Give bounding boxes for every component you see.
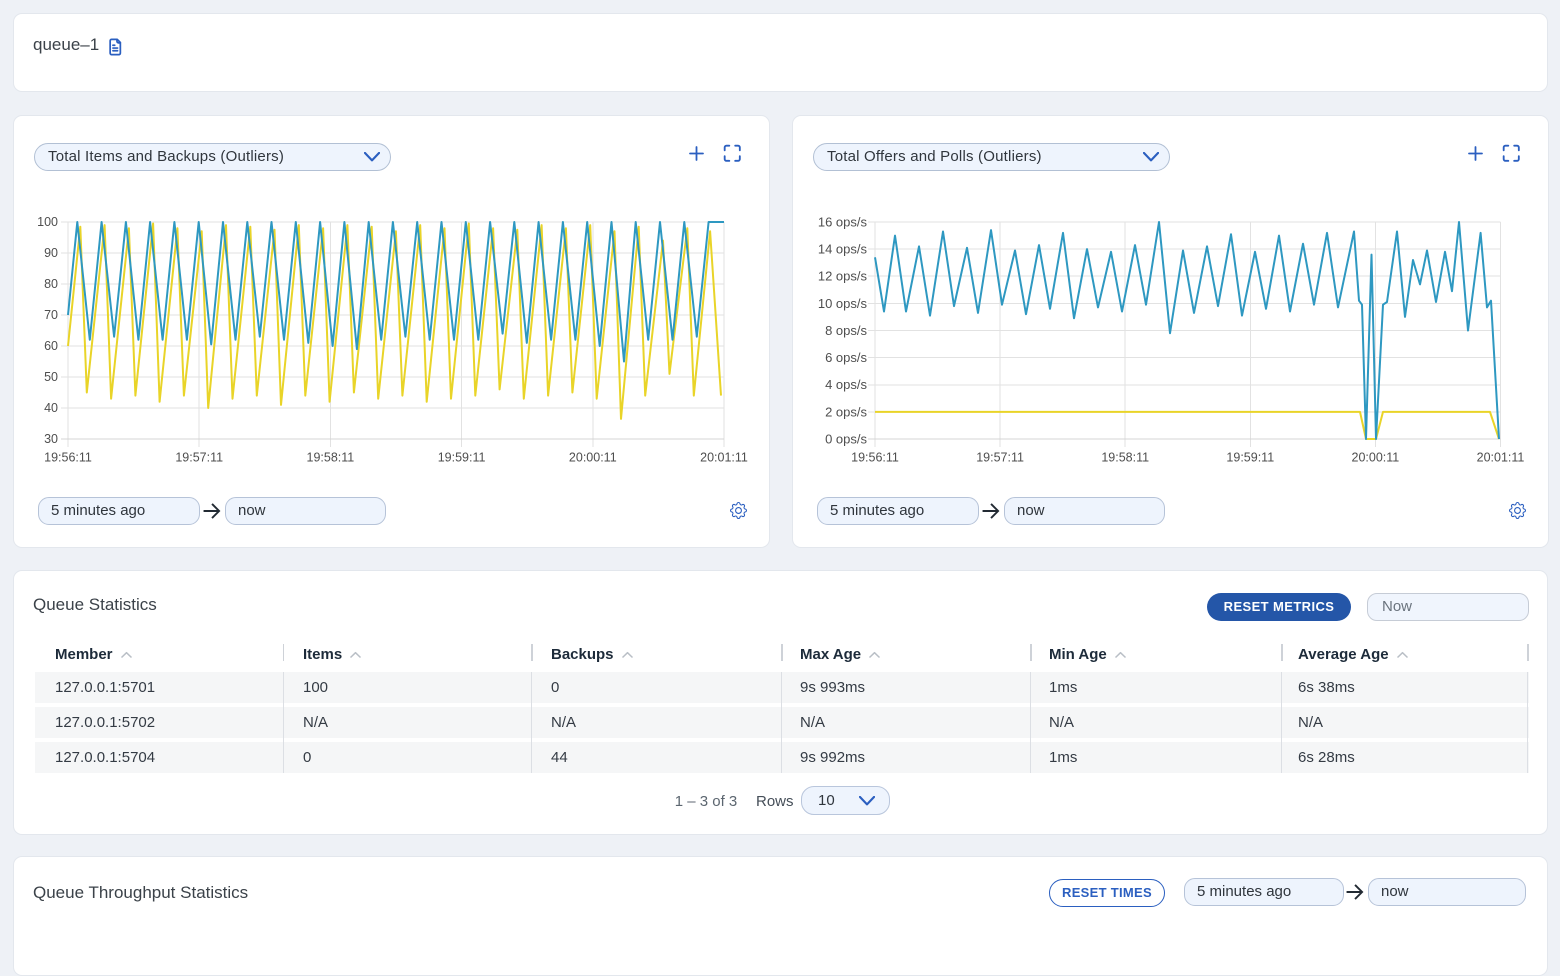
svg-text:19:59:11: 19:59:11 <box>438 451 486 465</box>
svg-text:0 ops/s: 0 ops/s <box>825 431 867 446</box>
svg-text:20:01:11: 20:01:11 <box>1477 451 1525 465</box>
svg-text:30: 30 <box>44 432 58 446</box>
svg-text:19:57:11: 19:57:11 <box>976 451 1024 465</box>
svg-text:70: 70 <box>44 308 58 322</box>
svg-text:20:00:11: 20:00:11 <box>569 451 617 465</box>
svg-text:12 ops/s: 12 ops/s <box>818 269 868 284</box>
svg-text:19:56:11: 19:56:11 <box>44 451 92 465</box>
svg-text:20:00:11: 20:00:11 <box>1352 451 1400 465</box>
svg-text:80: 80 <box>44 277 58 291</box>
svg-text:10 ops/s: 10 ops/s <box>818 296 868 311</box>
svg-text:40: 40 <box>44 401 58 415</box>
svg-text:14 ops/s: 14 ops/s <box>818 242 868 257</box>
svg-text:19:58:11: 19:58:11 <box>307 451 355 465</box>
svg-text:60: 60 <box>44 339 58 353</box>
svg-text:4 ops/s: 4 ops/s <box>825 377 867 392</box>
svg-text:20:01:11: 20:01:11 <box>700 451 748 465</box>
svg-text:19:58:11: 19:58:11 <box>1101 451 1149 465</box>
svg-text:90: 90 <box>44 246 58 260</box>
svg-text:6 ops/s: 6 ops/s <box>825 350 867 365</box>
svg-text:8 ops/s: 8 ops/s <box>825 323 867 338</box>
svg-text:2 ops/s: 2 ops/s <box>825 404 867 419</box>
svg-text:19:57:11: 19:57:11 <box>175 451 223 465</box>
svg-text:50: 50 <box>44 370 58 384</box>
svg-text:19:56:11: 19:56:11 <box>851 451 899 465</box>
svg-text:19:59:11: 19:59:11 <box>1226 451 1274 465</box>
svg-text:16 ops/s: 16 ops/s <box>818 214 868 229</box>
svg-text:100: 100 <box>37 215 58 229</box>
